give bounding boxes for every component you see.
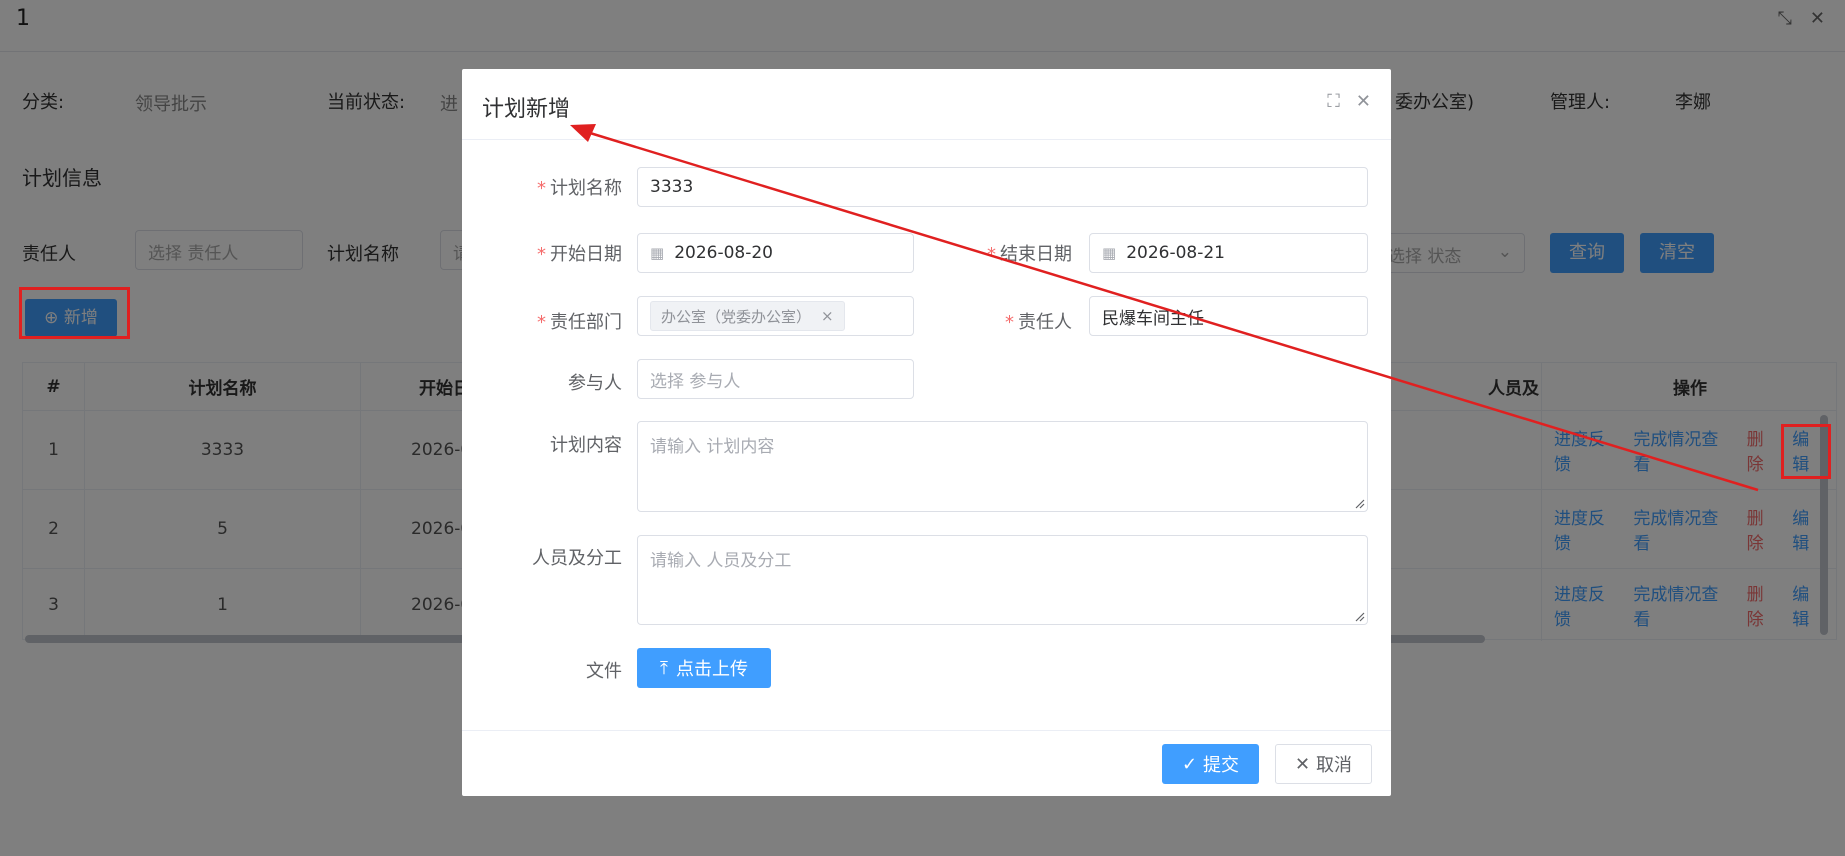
- arrow-line: [589, 131, 1759, 492]
- annotation-arrow: [570, 124, 1759, 492]
